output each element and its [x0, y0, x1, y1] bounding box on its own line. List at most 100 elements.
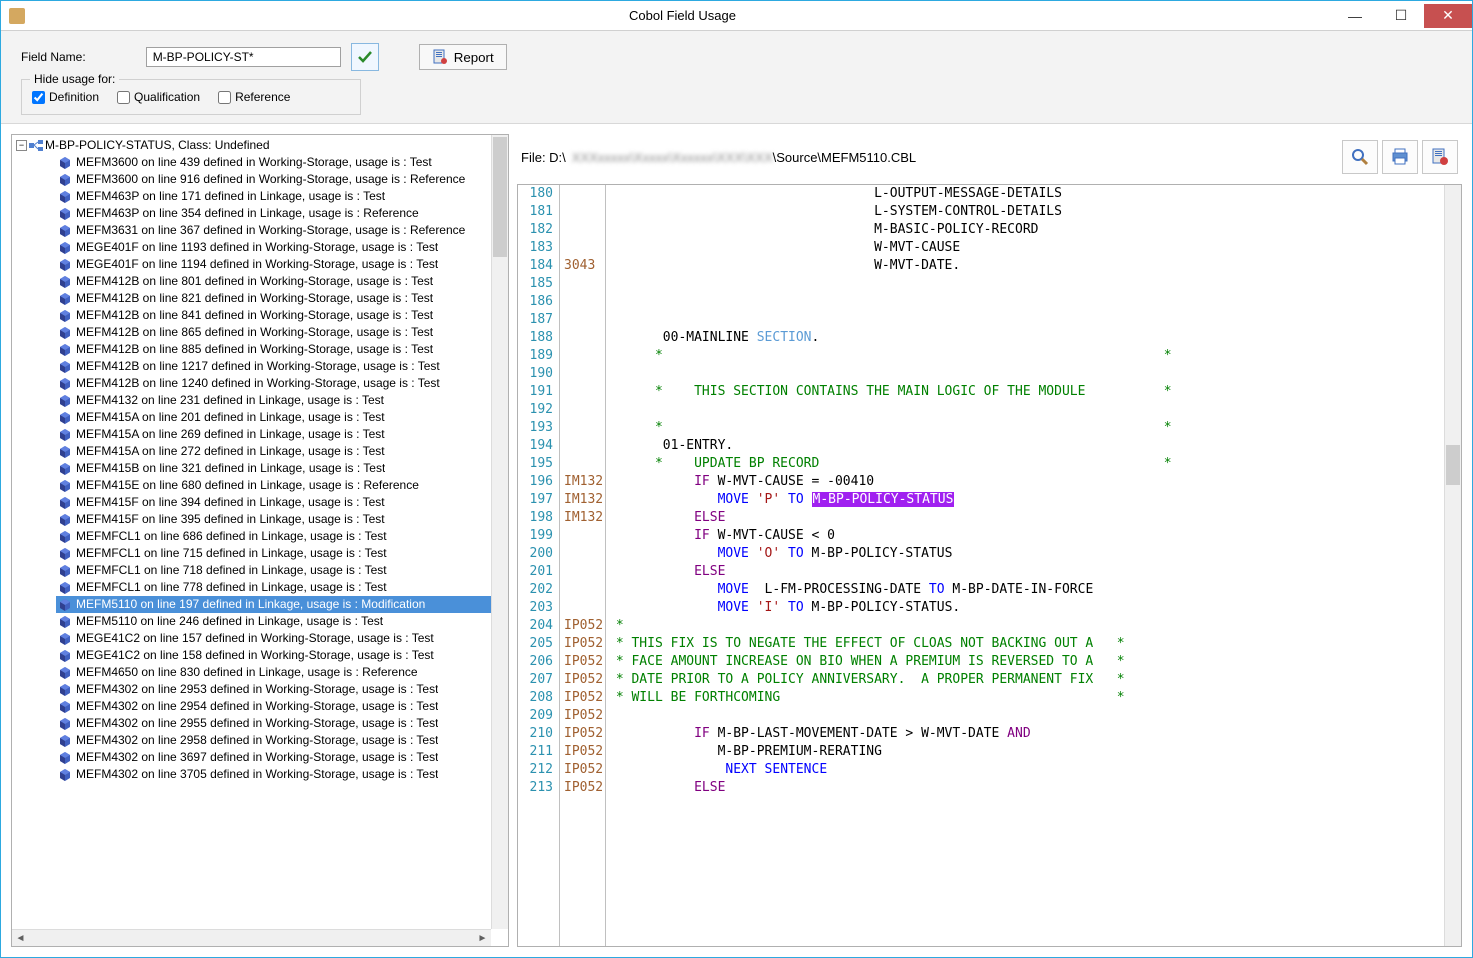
tree-item-label: MEFM4302 on line 2953 defined in Working… — [76, 681, 438, 698]
tree-vertical-scrollbar[interactable] — [491, 135, 508, 929]
field-name-label: Field Name: — [21, 50, 86, 64]
tree-item[interactable]: MEFM415A on line 272 defined in Linkage,… — [56, 443, 508, 460]
tree-item[interactable]: MEFM4302 on line 2954 defined in Working… — [56, 698, 508, 715]
tree-horizontal-scrollbar[interactable]: ◄ ► — [12, 929, 491, 946]
find-button[interactable] — [1342, 140, 1378, 174]
tree-root[interactable]: − M-BP-POLICY-STATUS, Class: Undefined — [16, 137, 508, 154]
tree-item[interactable]: MEFM412B on line 885 defined in Working-… — [56, 341, 508, 358]
close-button[interactable]: ✕ — [1424, 4, 1472, 28]
window-title: Cobol Field Usage — [33, 8, 1332, 23]
tree-item[interactable]: MEFM3600 on line 916 defined in Working-… — [56, 171, 508, 188]
definition-checkbox[interactable]: Definition — [32, 90, 99, 104]
tree-item-label: MEFM4302 on line 2958 defined in Working… — [76, 732, 438, 749]
tree-item[interactable]: MEFM415F on line 394 defined in Linkage,… — [56, 494, 508, 511]
tree-item[interactable]: MEFM412B on line 1240 defined in Working… — [56, 375, 508, 392]
tree-item[interactable]: MEFM5110 on line 197 defined in Linkage,… — [56, 596, 508, 613]
tree-item[interactable]: MEFM4302 on line 3705 defined in Working… — [56, 766, 508, 783]
tree-item-label: MEFM415A on line 269 defined in Linkage,… — [76, 426, 385, 443]
tree-item[interactable]: MEFM415A on line 269 defined in Linkage,… — [56, 426, 508, 443]
tree-item[interactable]: MEFM412B on line 821 defined in Working-… — [56, 290, 508, 307]
reference-checkbox[interactable]: Reference — [218, 90, 290, 104]
printer-icon — [1390, 147, 1410, 167]
tree-item[interactable]: MEFM415B on line 321 defined in Linkage,… — [56, 460, 508, 477]
tree-item[interactable]: MEFM4302 on line 2953 defined in Working… — [56, 681, 508, 698]
tree-item-label: MEFM415E on line 680 defined in Linkage,… — [76, 477, 419, 494]
tree-item[interactable]: MEFMFCL1 on line 715 defined in Linkage,… — [56, 545, 508, 562]
usage-tree[interactable]: − M-BP-POLICY-STATUS, Class: Undefined M… — [12, 135, 508, 946]
tree-item-label: MEFM4302 on line 3705 defined in Working… — [76, 766, 438, 783]
window-controls: — ☐ ✕ — [1332, 4, 1472, 28]
tree-item-label: MEFM463P on line 354 defined in Linkage,… — [76, 205, 419, 222]
tree-item-label: MEFM4302 on line 2954 defined in Working… — [76, 698, 438, 715]
tree-item-label: MEFM4302 on line 2955 defined in Working… — [76, 715, 438, 732]
tree-item-label: MEFM463P on line 171 defined in Linkage,… — [76, 188, 385, 205]
tree-item-label: MEGE41C2 on line 158 defined in Working-… — [76, 647, 434, 664]
tree-item-label: MEFM3631 on line 367 defined in Working-… — [76, 222, 465, 239]
tree-item-label: MEFMFCL1 on line 718 defined in Linkage,… — [76, 562, 387, 579]
tree-item[interactable]: MEGE41C2 on line 158 defined in Working-… — [56, 647, 508, 664]
tree-item[interactable]: MEFM4650 on line 830 defined in Linkage,… — [56, 664, 508, 681]
tree-item[interactable]: MEFM4302 on line 2958 defined in Working… — [56, 732, 508, 749]
tree-item[interactable]: MEFM4132 on line 231 defined in Linkage,… — [56, 392, 508, 409]
tree-item[interactable]: MEFM412B on line 865 defined in Working-… — [56, 324, 508, 341]
tree-item[interactable]: MEFM412B on line 1217 defined in Working… — [56, 358, 508, 375]
code-scroll-thumb[interactable] — [1446, 445, 1460, 485]
print-button[interactable] — [1382, 140, 1418, 174]
tree-item-label: MEFM4132 on line 231 defined in Linkage,… — [76, 392, 384, 409]
tree-item[interactable]: MEFM415E on line 680 defined in Linkage,… — [56, 477, 508, 494]
qualification-checkbox[interactable]: Qualification — [117, 90, 200, 104]
tree-item[interactable]: MEFM412B on line 841 defined in Working-… — [56, 307, 508, 324]
apply-button[interactable] — [351, 43, 379, 71]
tree-item[interactable]: MEGE401F on line 1193 defined in Working… — [56, 239, 508, 256]
toolbar: Field Name: Report Hide usage for: Defin… — [1, 31, 1472, 124]
tree-item[interactable]: MEFM415A on line 201 defined in Linkage,… — [56, 409, 508, 426]
tree-item[interactable]: MEFM3631 on line 367 defined in Working-… — [56, 222, 508, 239]
tree-item-label: MEFM3600 on line 916 defined in Working-… — [76, 171, 465, 188]
tree-item[interactable]: MEFM415F on line 395 defined in Linkage,… — [56, 511, 508, 528]
code-viewer[interactable]: 1801811821831841851861871881891901911921… — [517, 184, 1462, 947]
tree-item-label: MEFM412B on line 885 defined in Working-… — [76, 341, 433, 358]
field-name-input[interactable] — [146, 47, 341, 67]
tree-root-label: M-BP-POLICY-STATUS, Class: Undefined — [45, 137, 270, 154]
tree-item[interactable]: MEFM463P on line 171 defined in Linkage,… — [56, 188, 508, 205]
tree-item[interactable]: MEGE41C2 on line 157 defined in Working-… — [56, 630, 508, 647]
code-lines: L-OUTPUT-MESSAGE-DETAILS L-SYSTEM-CONTRO… — [606, 185, 1461, 946]
tree-item[interactable]: MEFM5110 on line 246 defined in Linkage,… — [56, 613, 508, 630]
tree-item-label: MEFM412B on line 1217 defined in Working… — [76, 358, 440, 375]
scroll-right-icon[interactable]: ► — [474, 930, 491, 947]
tree-item[interactable]: MEFMFCL1 on line 778 defined in Linkage,… — [56, 579, 508, 596]
tree-item[interactable]: MEFMFCL1 on line 718 defined in Linkage,… — [56, 562, 508, 579]
tree-item[interactable]: MEFM4302 on line 3697 defined in Working… — [56, 749, 508, 766]
report-button[interactable]: Report — [419, 44, 507, 70]
tree-item-label: MEFM412B on line 821 defined in Working-… — [76, 290, 433, 307]
tree-scroll-thumb[interactable] — [493, 137, 507, 257]
tree-item[interactable]: MEFM412B on line 801 defined in Working-… — [56, 273, 508, 290]
tree-item[interactable]: MEFM4302 on line 2955 defined in Working… — [56, 715, 508, 732]
maximize-button[interactable]: ☐ — [1378, 4, 1424, 28]
titlebar: Cobol Field Usage — ☐ ✕ — [1, 1, 1472, 31]
tree-item[interactable]: MEFM3600 on line 439 defined in Working-… — [56, 154, 508, 171]
tree-item[interactable]: MEFM463P on line 354 defined in Linkage,… — [56, 205, 508, 222]
tree-item-label: MEGE401F on line 1193 defined in Working… — [76, 239, 438, 256]
tree-item-label: MEFM415F on line 395 defined in Linkage,… — [76, 511, 385, 528]
tree-item[interactable]: MEGE401F on line 1194 defined in Working… — [56, 256, 508, 273]
report-button-label: Report — [454, 50, 494, 65]
collapse-icon[interactable]: − — [16, 140, 27, 151]
export-icon — [1430, 147, 1450, 167]
tree-item-label: MEFMFCL1 on line 686 defined in Linkage,… — [76, 528, 387, 545]
minimize-button[interactable]: — — [1332, 4, 1378, 28]
tree-item-label: MEFM4650 on line 830 defined in Linkage,… — [76, 664, 418, 681]
code-vertical-scrollbar[interactable] — [1444, 185, 1461, 946]
main-area: − M-BP-POLICY-STATUS, Class: Undefined M… — [1, 124, 1472, 957]
code-panel: File: D:\XXXxxxxx\Xxxxx\Xxxxxx\XXX\XXX\S… — [517, 134, 1462, 947]
export-button[interactable] — [1422, 140, 1458, 174]
code-toolbar — [1342, 140, 1458, 174]
tree-item-label: MEFM412B on line 801 defined in Working-… — [76, 273, 433, 290]
tree-item[interactable]: MEFMFCL1 on line 686 defined in Linkage,… — [56, 528, 508, 545]
tree-item-label: MEGE41C2 on line 157 defined in Working-… — [76, 630, 434, 647]
sequence-column: 3043IM132IM132IM132IP052IP052IP052IP052I… — [560, 185, 606, 946]
tree-root-icon — [29, 140, 43, 152]
tree-item-label: MEFM4302 on line 3697 defined in Working… — [76, 749, 438, 766]
scroll-left-icon[interactable]: ◄ — [12, 930, 29, 947]
tree-item-label: MEGE401F on line 1194 defined in Working… — [76, 256, 438, 273]
